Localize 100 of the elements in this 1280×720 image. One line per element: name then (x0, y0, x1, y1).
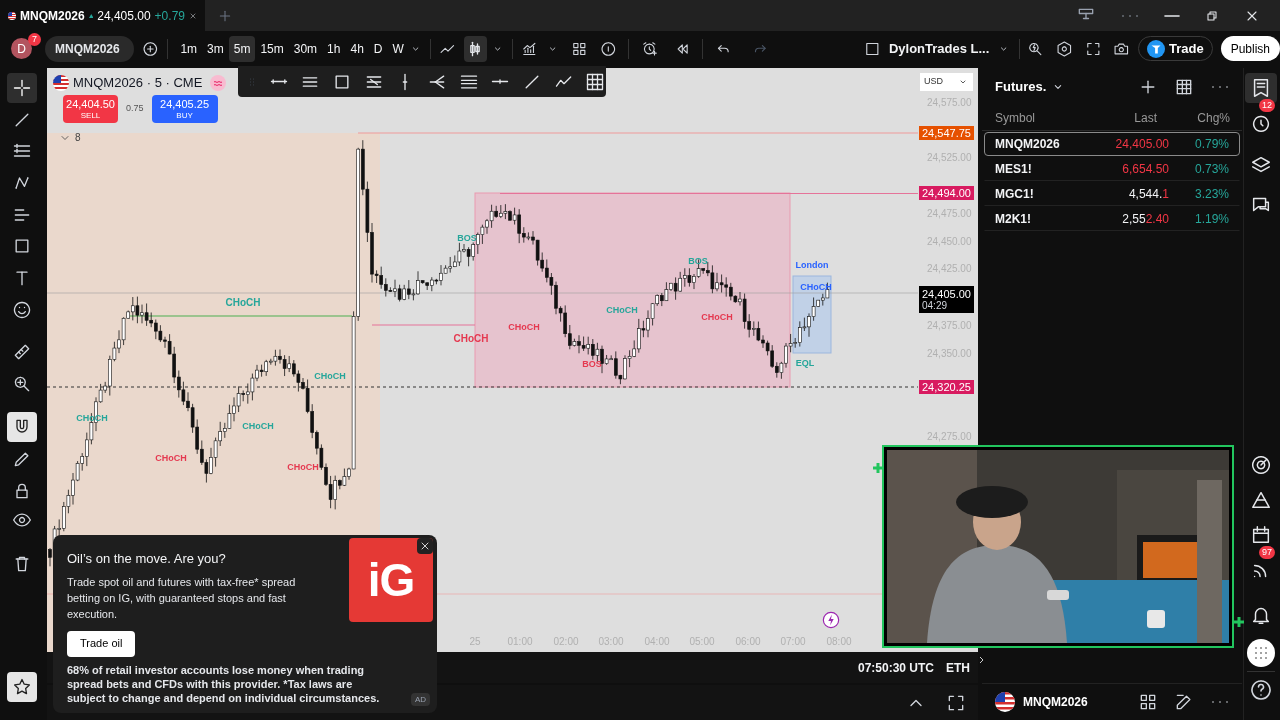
grid-icon (1138, 692, 1158, 712)
last-price-cell-text: 2,552.40 (1121, 211, 1169, 228)
ad-body: Trade spot oil and futures with tax-free* spread betting on IG, with guaranteed stops and fast execution. (67, 574, 297, 622)
trade-logo-icon (1146, 39, 1165, 58)
currency-dropdown[interactable]: USD (920, 73, 973, 91)
user-avatar[interactable]: D (11, 38, 32, 59)
chart-label: BOS (688, 256, 708, 266)
chart-label: CHoCH (508, 322, 540, 332)
count-badge: 97 (1259, 546, 1275, 559)
last-price-cell-text: 24,405.00 (1114, 136, 1169, 153)
interval-button[interactable]: D (368, 35, 388, 62)
minimize-icon (1164, 13, 1180, 18)
watchlist-row[interactable]: M2K1! 2,552.40 1.19% (984, 207, 1240, 231)
flag-icon (995, 692, 1015, 712)
column-header[interactable]: Chg% (1197, 109, 1242, 127)
browser-tab[interactable]: MNQM2026 24,405.00 +0.79 (0, 0, 205, 31)
chart-label: EQL (795, 358, 815, 368)
target-icon (1250, 454, 1272, 476)
vertical-line-icon (401, 71, 410, 92)
chart-label: CHoCH (225, 298, 261, 308)
smiley-icon (12, 300, 32, 320)
collapse-icon (979, 654, 985, 666)
price-tag: 24,320.25 (919, 380, 974, 394)
symbol-search[interactable]: MNQM2026 (45, 35, 134, 62)
buy-button[interactable]: 24,405.25 BUY (151, 95, 218, 123)
chart-label: CHoCH (701, 312, 733, 322)
ruler-icon (12, 342, 32, 362)
more-icon (1210, 84, 1230, 90)
clock-text[interactable]: 07:50:30 UTC (857, 658, 934, 677)
tool-button[interactable] (7, 73, 37, 103)
interval-button[interactable]: 30m (288, 35, 323, 62)
chart-label: CHoCH (242, 421, 274, 431)
lightning-icon (822, 611, 840, 629)
notification-badge: 7 (28, 33, 41, 46)
crosshair-icon (12, 78, 32, 98)
interval-button[interactable]: 1h (322, 35, 346, 62)
calendar-icon (1250, 524, 1272, 546)
hexagon-settings-icon (1056, 38, 1073, 59)
tool-button[interactable] (7, 412, 37, 442)
chart-label: CHoCH (155, 453, 187, 463)
close-icon (419, 540, 431, 552)
symbol-cell-text: MES1! (994, 161, 1033, 178)
close-button[interactable] (417, 538, 433, 554)
session-text[interactable]: ETH (946, 658, 970, 677)
chart-label: CHoCH (453, 334, 489, 344)
segment-icon (268, 78, 289, 85)
interval-button[interactable]: 15m (255, 35, 289, 62)
interval-button[interactable]: 4h (345, 35, 369, 62)
chart-label: CHoCH (287, 462, 319, 472)
apps-button[interactable] (1247, 639, 1275, 667)
tool-button[interactable] (7, 672, 37, 702)
change-cell-text: 3.23% (1194, 186, 1230, 203)
layout-name[interactable]: DylonTrades L... (888, 38, 990, 59)
current-price-tag: 24,405.00 04:29 (919, 286, 974, 313)
tab-price: 24,405.00 (97, 7, 151, 25)
help-icon (1249, 678, 1273, 702)
zoom-icon (12, 374, 32, 394)
watchlist-row[interactable]: MES1! 6,654.50 0.73% (984, 157, 1240, 181)
change-cell-text: 0.73% (1194, 161, 1230, 178)
change-cell-text: 1.19% (1194, 211, 1230, 228)
sell-button[interactable]: 24,404.50 SELL (63, 95, 118, 123)
more-icon (1120, 12, 1140, 19)
interval-button[interactable]: W (387, 35, 409, 62)
chart-label: CHoCH (314, 371, 346, 381)
last-price-cell-text: 6,654.50 (1121, 161, 1169, 178)
tab-symbol: MNQM2026 (20, 7, 85, 25)
symbol-cell-text: MNQM2026 (994, 136, 1061, 153)
flag-icon (53, 74, 69, 91)
chart-label: CHoCH (606, 305, 638, 315)
grid-icon (585, 71, 606, 92)
watchlist-row[interactable]: MNQM2026 24,405.00 0.79% (984, 132, 1240, 156)
up-triangle-icon (88, 11, 94, 20)
spread-value: 0.75 (126, 102, 144, 116)
change-cell-text: 0.79% (1194, 136, 1230, 153)
ad-headline: Oil’s on the move. Are you? (67, 550, 227, 568)
star-icon (12, 677, 32, 697)
sidebar-button[interactable] (1245, 73, 1277, 103)
column-header[interactable]: Symbol (982, 109, 1102, 127)
chart-label: London (795, 260, 829, 270)
indicator-count: 8 (75, 131, 81, 145)
ad-badge: AD (411, 693, 431, 706)
watchlist-row[interactable]: MGC1! 4,544.1 3.23% (984, 182, 1240, 206)
price-tag: 24,494.00 (919, 186, 974, 200)
tab-change: +0.79 (154, 7, 185, 25)
last-price-cell-text: 4,544.1 (1127, 186, 1169, 203)
column-header[interactable]: Last (1102, 109, 1157, 127)
horizontal-ray-icon (490, 78, 511, 85)
interval-button[interactable]: 5m (228, 35, 256, 62)
symbol-cell-text: M2K1! (994, 211, 1032, 228)
ig-logo[interactable]: iG (349, 538, 433, 622)
count-badge: 12 (1259, 99, 1275, 112)
triangles-icon (1250, 489, 1272, 511)
interval-button[interactable]: 1m (175, 35, 203, 62)
trade-oil-button[interactable]: Trade oil (67, 630, 136, 657)
interval-button[interactable]: 3m (202, 35, 229, 62)
watchlist-title[interactable]: Futures. (995, 77, 1047, 97)
ad-disclaimer: 68% of retail investor accounts lose money when trading spread bets and CFDs with this provider. *Tax laws are subject to change and depend on individual circumstances. (67, 663, 381, 705)
candles-button[interactable] (463, 35, 487, 62)
wave-icon (210, 74, 227, 91)
publish-button[interactable]: Publish (1220, 36, 1280, 61)
